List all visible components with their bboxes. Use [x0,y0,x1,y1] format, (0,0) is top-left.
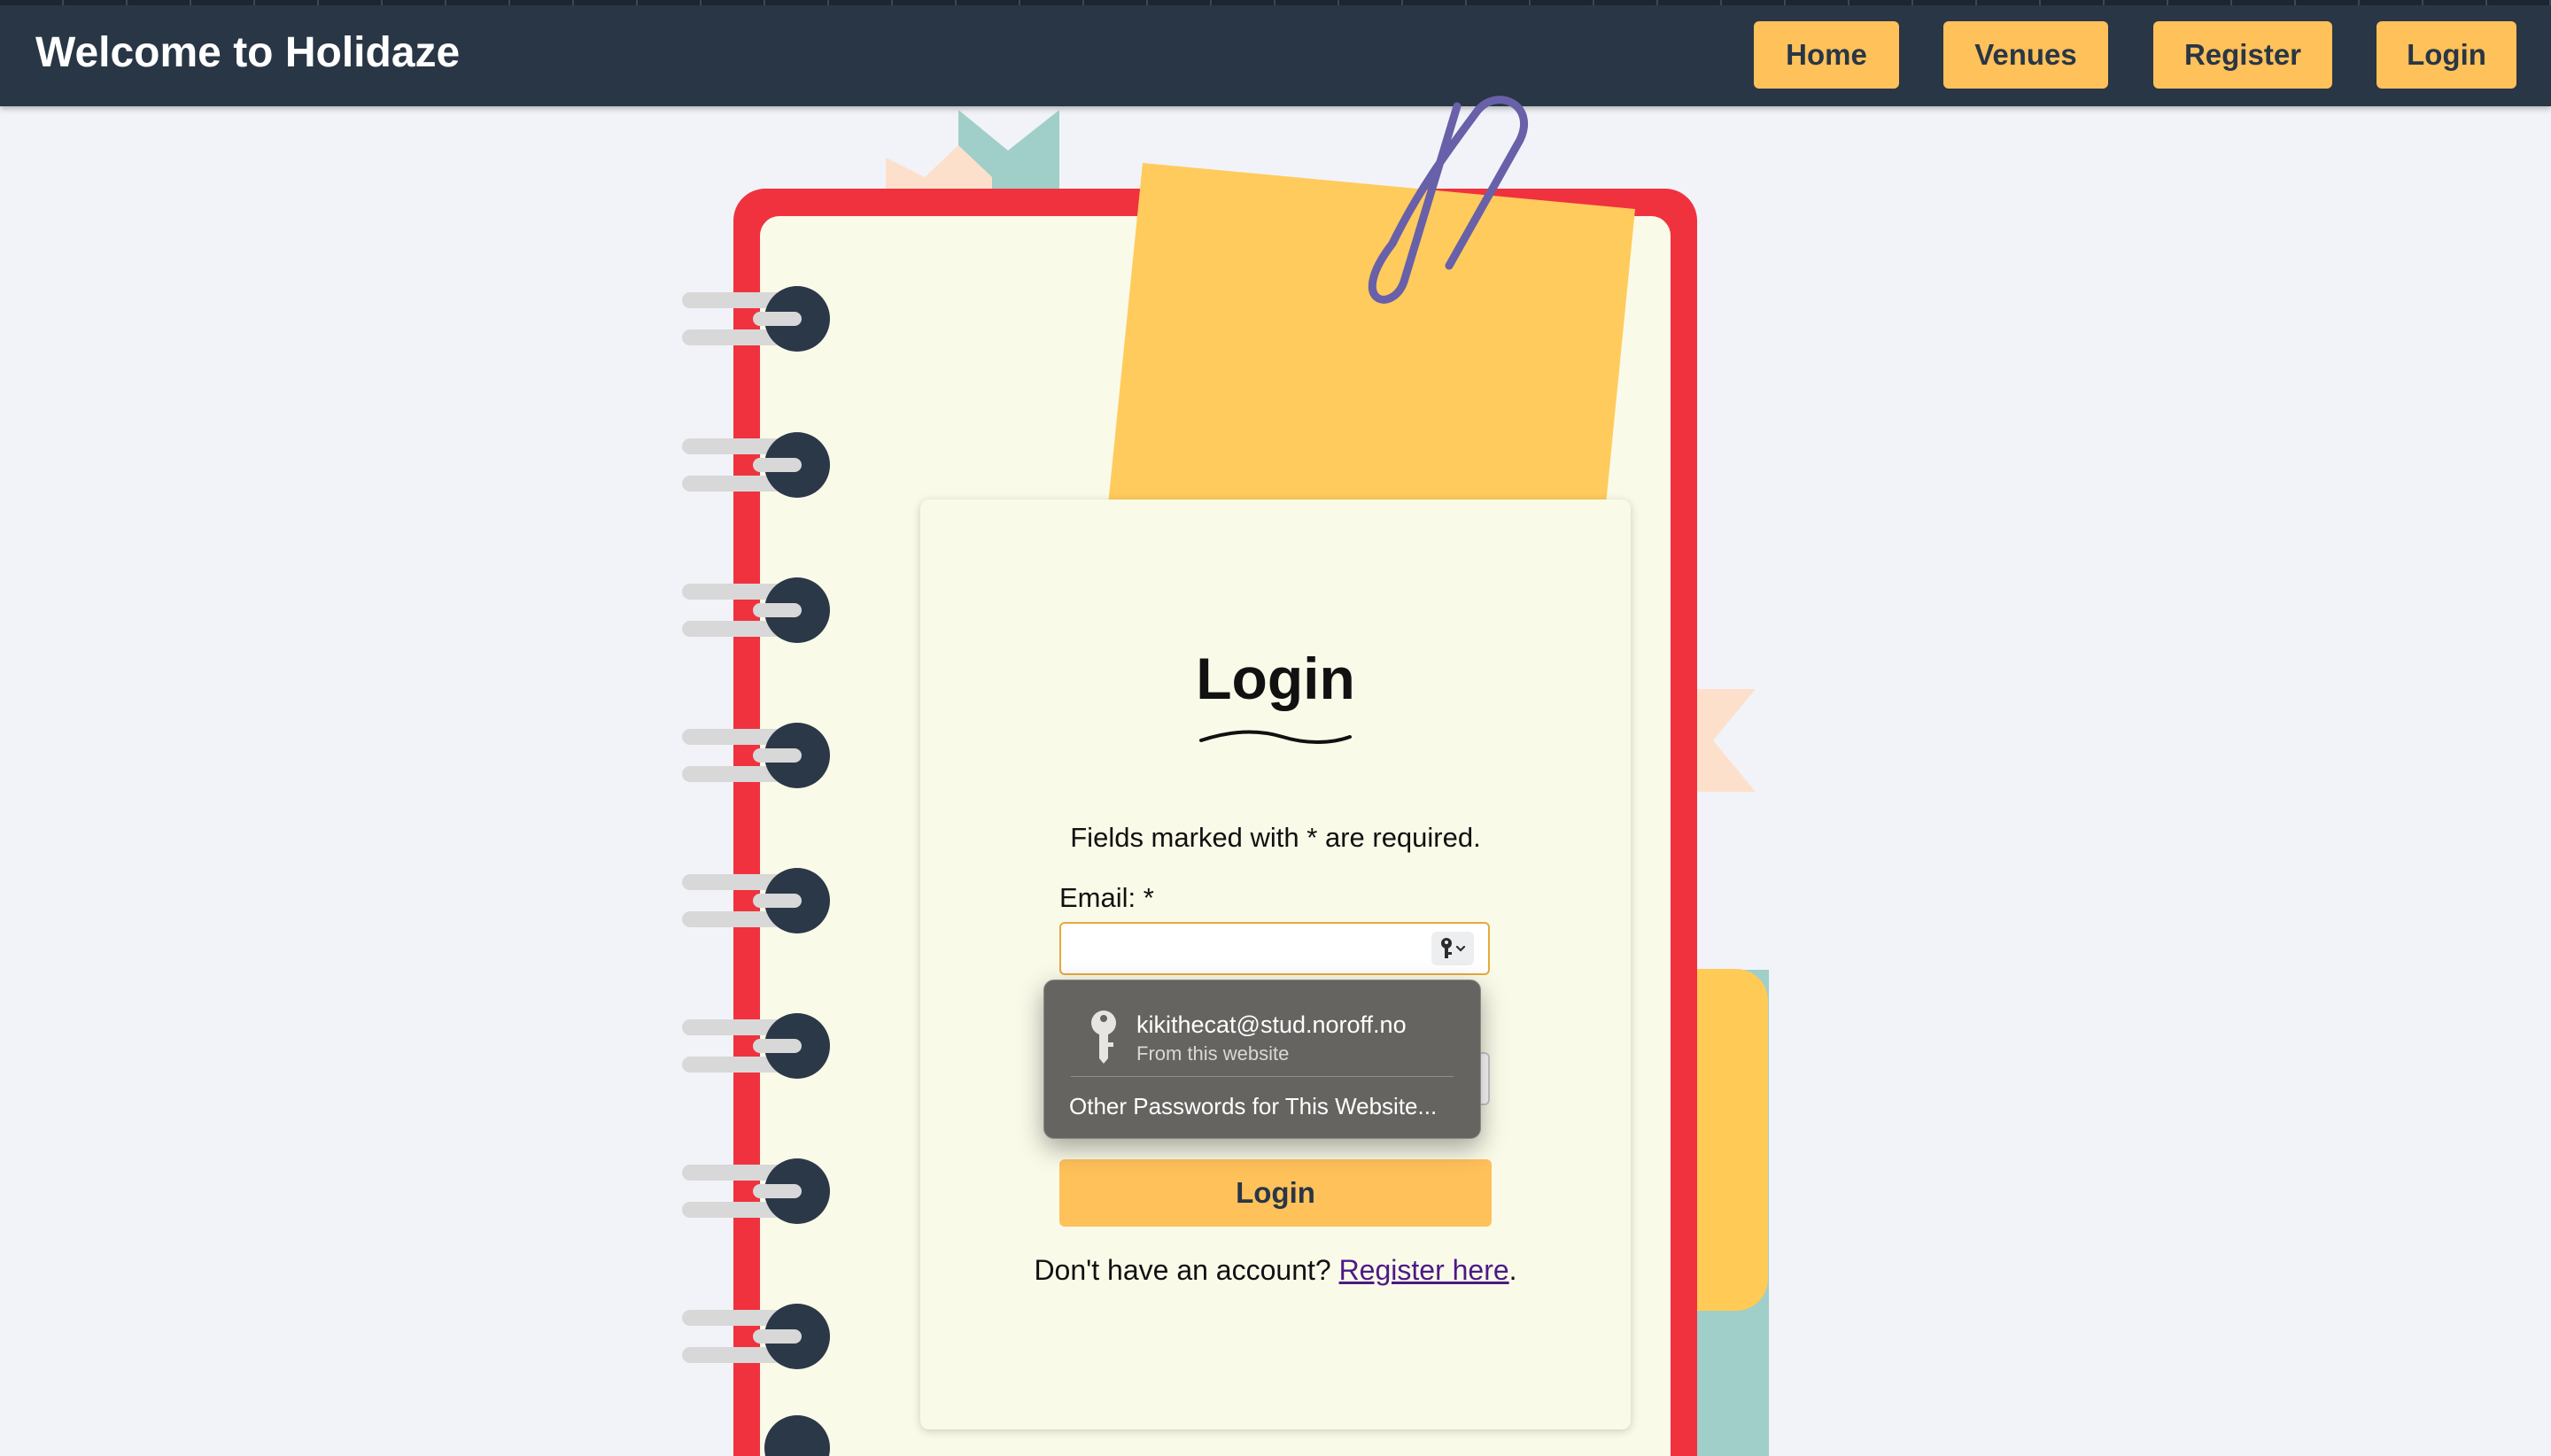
sticky-note [1107,163,1635,514]
register-prompt: Don't have an account? Register here. [920,1252,1631,1288]
title-underline [1199,730,1352,744]
other-passwords-option[interactable]: Other Passwords for This Website... [1053,1083,1471,1129]
saved-account-suggestion[interactable]: kikithecat@stud.noroff.no From this webs… [1053,987,1471,1076]
email-input[interactable] [1059,922,1490,975]
password-autofill-button[interactable] [1431,932,1474,965]
login-submit-button[interactable]: Login [1059,1159,1492,1227]
register-prompt-text: Don't have an account? [1034,1254,1339,1286]
register-here-link[interactable]: Register here [1339,1254,1509,1286]
password-autofill-popup: kikithecat@stud.noroff.no From this webs… [1043,980,1481,1139]
other-passwords-label: Other Passwords for This Website... [1069,1093,1438,1119]
key-icon [1091,1011,1116,1064]
email-label: Email: * [1059,882,1154,913]
key-icon [1441,938,1466,958]
required-fields-note: Fields marked with * are required. [1070,822,1481,853]
autofill-divider [1071,1076,1454,1077]
register-suffix: . [1508,1254,1517,1286]
login-title: Login [1196,646,1355,711]
saved-account-email: kikithecat@stud.noroff.no [1136,1011,1407,1038]
saved-account-source: From this website [1136,1042,1290,1065]
